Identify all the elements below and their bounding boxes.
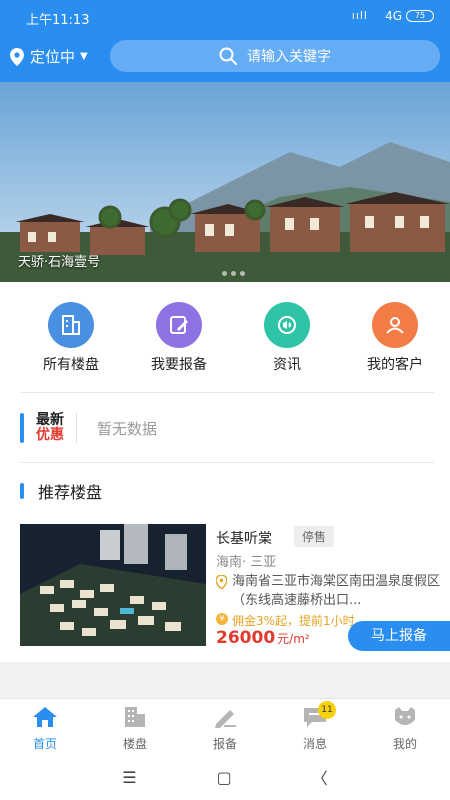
quick-all-buildings[interactable]: 所有楼盘: [20, 302, 122, 374]
back-icon[interactable]: 〈: [312, 765, 328, 789]
users-icon: [372, 302, 418, 348]
top-header: 定位中 ▼ 请输入关键字: [0, 32, 450, 82]
latest-promo[interactable]: 最新 优惠 暂无数据: [20, 407, 434, 449]
promo-title: 最新 优惠: [36, 413, 64, 443]
tab-label: 我的: [392, 737, 417, 751]
tab-label: 报备: [212, 737, 237, 751]
carousel-dots: [222, 271, 245, 276]
promo-accent-bar: [20, 413, 24, 443]
search-bar[interactable]: 请输入关键字: [110, 40, 440, 72]
listing-price: 26000 元/m²: [216, 628, 310, 648]
tab-label: 楼盘: [122, 737, 147, 751]
listing-price-unit: 元/m²: [277, 632, 310, 646]
listing-thumbnail: [20, 524, 206, 646]
caret-down-icon: ▼: [80, 51, 88, 62]
search-placeholder: 请输入关键字: [247, 49, 331, 65]
listing-status-badge: 停售: [294, 526, 335, 547]
recommended-header: 推荐楼盘: [20, 479, 102, 503]
quick-my-customers[interactable]: 我的客户: [344, 302, 446, 374]
banner-caption: 天骄·石海壹号: [18, 255, 101, 270]
location-pin-icon: [10, 47, 24, 66]
building-icon: [48, 302, 94, 348]
quick-report[interactable]: 我要报备: [128, 302, 230, 374]
promo-empty-text: 暂无数据: [97, 419, 158, 438]
location-selector[interactable]: 定位中 ▼: [10, 46, 88, 67]
divider: [20, 462, 434, 463]
listing-address: 海南省三亚市海棠区南田温泉度假区（东线高速藤桥出口...: [216, 572, 450, 610]
tab-messages[interactable]: 11 消息: [270, 699, 360, 754]
status-time: 上午11:13: [26, 13, 90, 28]
promo-title-line2: 优惠: [36, 427, 64, 443]
profile-icon: [395, 707, 415, 725]
carousel-dot[interactable]: [240, 271, 245, 276]
listing-region: 海南· 三亚: [216, 555, 277, 570]
section-title: 推荐楼盘: [38, 483, 103, 502]
news-icon: [264, 302, 310, 348]
carousel-dot[interactable]: [231, 271, 236, 276]
section-accent-bar: [20, 483, 24, 499]
banner-carousel[interactable]: 天骄·石海壹号: [0, 82, 450, 282]
tab-profile[interactable]: 我的: [360, 699, 450, 754]
listing-name: 长基听棠: [216, 531, 272, 547]
search-icon: [219, 47, 237, 65]
tab-label: 首页: [32, 737, 57, 751]
home-icon: [33, 707, 57, 727]
tab-buildings[interactable]: 楼盘: [90, 699, 180, 754]
main-content: 所有楼盘 我要报备 资讯 我的客户 最新 优惠 暂无数据 推荐楼盘 长基听棠 停…: [0, 282, 450, 662]
quick-menu-label: 资讯: [273, 357, 301, 373]
edit-icon: [156, 302, 202, 348]
quick-menu-label: 我的客户: [367, 357, 423, 373]
signal-icon: ııll: [351, 9, 368, 22]
location-label: 定位中: [30, 48, 76, 66]
system-navigation-bar: ☰ ▢ 〈: [0, 754, 450, 800]
quick-menu-label: 所有楼盘: [43, 357, 99, 373]
quick-news[interactable]: 资讯: [236, 302, 338, 374]
listing-address-text: 海南省三亚市海棠区南田温泉度假区（东线高速藤桥出口...: [232, 574, 441, 608]
battery-icon: 75: [406, 10, 434, 22]
location-pin-icon: [216, 575, 227, 589]
buildings-icon: [125, 707, 145, 727]
listing-price-value: 26000: [216, 628, 276, 648]
tab-label: 消息: [302, 737, 327, 751]
coin-icon: ¥: [216, 613, 228, 625]
promo-title-line1: 最新: [36, 412, 64, 428]
quick-menu-label: 我要报备: [151, 357, 207, 373]
report-now-button[interactable]: 马上报备: [348, 621, 450, 651]
promo-divider: [76, 413, 77, 443]
carousel-dot[interactable]: [222, 271, 227, 276]
bottom-tab-bar: 首页 楼盘 报备 11 消息 我的: [0, 698, 450, 754]
home-square-icon[interactable]: ▢: [217, 768, 232, 787]
listing-commission-text: 佣金3%起，提前1小时: [232, 614, 355, 628]
divider: [20, 392, 434, 393]
tab-home[interactable]: 首页: [0, 699, 90, 754]
pencil-icon: [215, 710, 236, 728]
network-label: 4G: [385, 9, 402, 23]
status-bar: 上午11:13 ııll 4G 75: [0, 0, 450, 32]
message-count-badge: 11: [318, 701, 336, 719]
menu-icon[interactable]: ☰: [122, 768, 136, 787]
quick-menu: 所有楼盘 我要报备 资讯 我的客户: [0, 302, 450, 374]
tab-report[interactable]: 报备: [180, 699, 270, 754]
